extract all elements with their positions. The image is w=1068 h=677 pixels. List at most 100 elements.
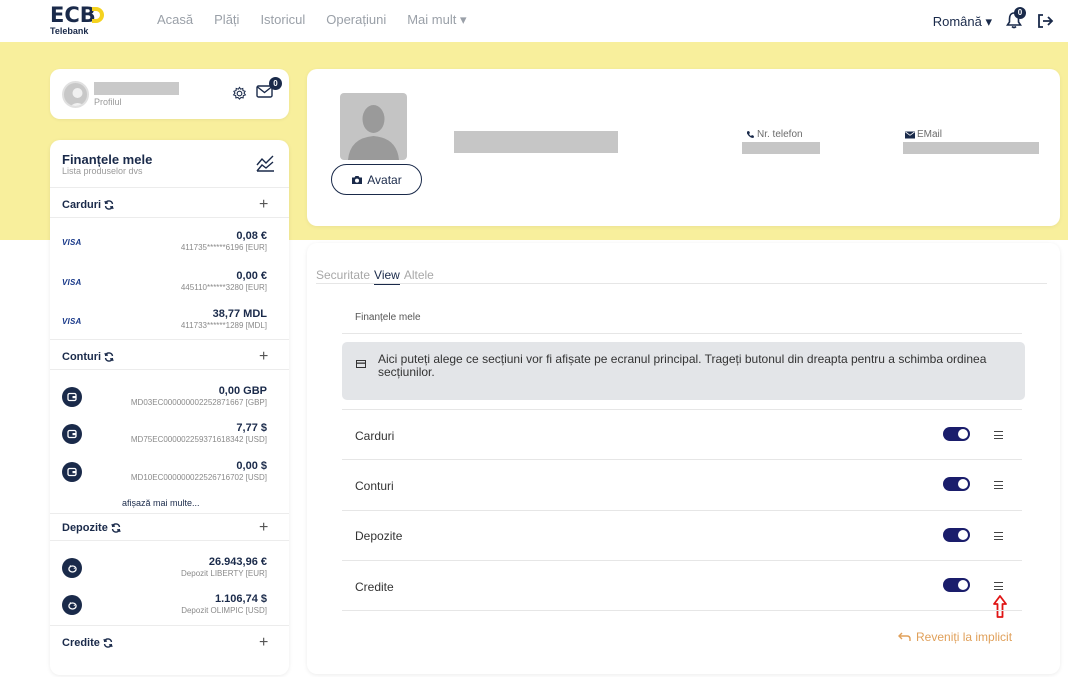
add-card-button[interactable]: + <box>259 196 268 214</box>
info-text: Aici puteți alege ce secțiuni vor fi afi… <box>378 352 987 379</box>
account-balance: 0,00 GBP <box>218 385 267 397</box>
nav-link-history[interactable]: Istoricul <box>260 12 305 28</box>
visa-logo: VISA <box>62 278 82 287</box>
divider <box>342 610 1022 611</box>
drag-handle-icon[interactable] <box>994 582 1004 593</box>
nav-link-operations[interactable]: Operațiuni <box>326 12 386 28</box>
setting-label-deposits: Depozite <box>355 529 403 543</box>
profile-card[interactable]: Profilul 0 <box>50 69 289 119</box>
finances-title: Finanțele mele <box>62 152 153 167</box>
ecb-logo[interactable]: ECB Telebank <box>50 3 104 36</box>
finances-sidebar: Finanțele mele Lista produselor dvs Card… <box>50 140 289 675</box>
phone-value-redacted <box>742 142 820 154</box>
notifications-button[interactable]: 0 <box>1006 7 1026 29</box>
refresh-icon[interactable] <box>111 523 121 533</box>
camera-icon <box>352 175 363 184</box>
chart-icon[interactable] <box>256 155 275 172</box>
refresh-icon[interactable] <box>103 638 113 648</box>
profile-name-redacted <box>94 82 179 95</box>
wallet-icon <box>62 424 82 444</box>
refresh-icon[interactable] <box>104 200 114 210</box>
toggle-credits[interactable] <box>943 578 970 592</box>
divider <box>342 510 1022 511</box>
tabs-divider <box>316 283 1047 284</box>
logo-subtext: Telebank <box>50 26 89 36</box>
deposits-section-header[interactable]: Depozite <box>62 522 121 534</box>
cards-section-header[interactable]: Carduri <box>62 199 114 211</box>
section-title: Finanțele mele <box>355 312 421 323</box>
divider <box>50 513 289 514</box>
refresh-icon[interactable] <box>104 352 114 362</box>
setting-label-credits: Credite <box>355 580 394 594</box>
account-balance: 7,77 $ <box>236 422 267 434</box>
card-number: 411733******1289 [MDL] <box>180 321 267 330</box>
deposit-name: Depozit LIBERTY [EUR] <box>181 569 267 578</box>
info-alert: Aici puteți alege ce secțiuni vor fi afi… <box>342 342 1025 400</box>
email-value-redacted <box>903 142 1039 154</box>
piggy-bank-icon <box>62 558 82 578</box>
language-dropdown[interactable]: Română ▾ <box>933 14 992 30</box>
profile-photo <box>340 93 407 160</box>
divider <box>50 625 289 626</box>
divider <box>50 369 289 370</box>
messages-button[interactable]: 0 <box>256 77 282 103</box>
drag-handle-icon[interactable] <box>994 532 1004 543</box>
avatar-upload-button[interactable]: Avatar <box>331 164 422 195</box>
piggy-bank-icon <box>62 595 82 615</box>
main-nav: Acasă Plăți Istoricul Operațiuni Mai mul… <box>157 12 487 28</box>
gear-icon[interactable] <box>232 86 247 101</box>
account-iban: MD03EC000000002252871667 [GBP] <box>130 398 267 407</box>
card-balance: 0,00 € <box>236 270 267 282</box>
divider <box>342 459 1022 460</box>
cards-section-title: Carduri <box>62 199 102 211</box>
setting-label-accounts: Conturi <box>355 479 394 493</box>
add-credit-button[interactable]: + <box>259 634 268 652</box>
divider <box>50 339 289 340</box>
profile-label: Profilul <box>94 97 122 107</box>
add-account-button[interactable]: + <box>259 348 268 366</box>
credits-section-title: Credite <box>62 637 100 649</box>
deposit-balance: 1.106,74 $ <box>215 593 267 605</box>
account-iban: MD75EC000002259371618342 [USD] <box>130 435 267 444</box>
toggle-cards[interactable] <box>943 427 970 441</box>
credits-section-header[interactable]: Credite <box>62 637 113 649</box>
add-deposit-button[interactable]: + <box>259 519 268 537</box>
card-icon <box>356 360 366 368</box>
wallet-icon <box>62 387 82 407</box>
reset-default-button[interactable]: Reveniți la implicit <box>898 630 1012 644</box>
nav-link-payments[interactable]: Plăți <box>214 12 239 28</box>
deposits-section-title: Depozite <box>62 522 108 534</box>
red-arrow-up-icon <box>993 595 1007 618</box>
setting-label-cards: Carduri <box>355 429 395 443</box>
logo-text: ECB <box>50 3 96 27</box>
avatar <box>62 81 89 108</box>
account-iban: MD10EC000000022526716702 [USD] <box>130 473 267 482</box>
account-balance: 0,00 $ <box>236 460 267 472</box>
email-label: EMail <box>905 129 942 140</box>
card-balance: 38,77 MDL <box>212 308 267 320</box>
nav-link-home[interactable]: Acasă <box>157 12 193 28</box>
accounts-section-title: Conturi <box>62 351 102 363</box>
notifications-badge: 0 <box>1014 7 1026 19</box>
nav-link-more-dropdown[interactable]: Mai mult ▾ <box>407 12 466 28</box>
divider <box>50 187 289 188</box>
wallet-icon <box>62 462 82 482</box>
divider <box>50 217 289 218</box>
accounts-section-header[interactable]: Conturi <box>62 351 114 363</box>
card-number: 445110******3280 [EUR] <box>180 283 267 292</box>
divider <box>342 409 1022 410</box>
envelope-icon <box>905 131 915 138</box>
logout-icon[interactable] <box>1036 12 1054 30</box>
card-balance: 0,08 € <box>236 230 267 242</box>
settings-panel: Securitate View Altele Finanțele mele Ai… <box>307 243 1060 674</box>
phone-label: Nr. telefon <box>746 129 803 140</box>
toggle-accounts[interactable] <box>943 477 970 491</box>
toggle-deposits[interactable] <box>943 528 970 542</box>
deposit-name: Depozit OLIMPIC [USD] <box>181 606 267 615</box>
profile-header-card: Avatar Nr. telefon EMail <box>307 69 1060 226</box>
divider <box>342 333 1022 334</box>
show-more-link[interactable]: afișază mai multe... <box>122 498 200 508</box>
drag-handle-icon[interactable] <box>994 431 1004 442</box>
visa-logo: VISA <box>62 317 82 326</box>
drag-handle-icon[interactable] <box>994 481 1004 492</box>
